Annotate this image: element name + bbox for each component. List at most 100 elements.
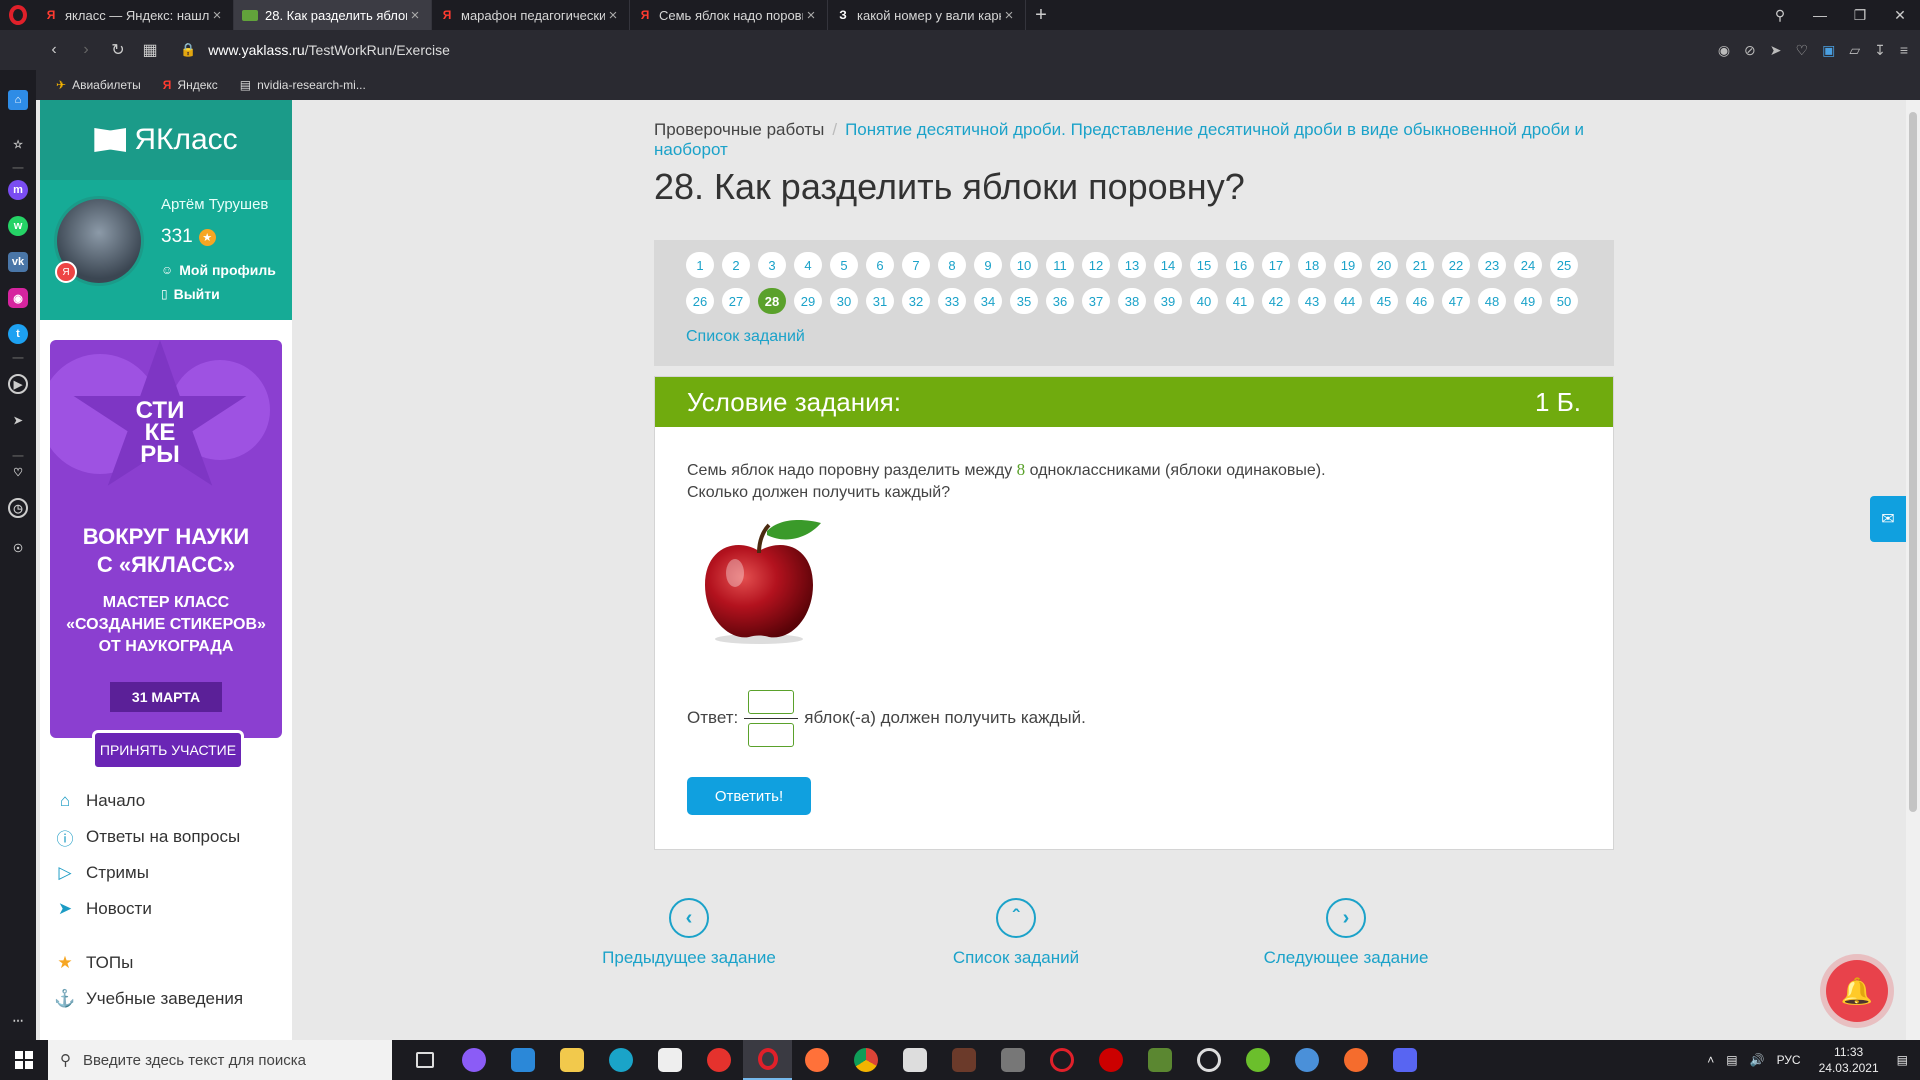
bookmark-aviabilety[interactable]: ✈ Авиабилеты (56, 78, 141, 92)
profile-link[interactable]: ☺ Мой профиль (161, 262, 276, 278)
task-number-button[interactable]: 9 (974, 252, 1002, 278)
task-number-button[interactable]: 2 (722, 252, 750, 278)
submit-button[interactable]: Ответить! (687, 777, 811, 815)
task-number-button[interactable]: 42 (1262, 288, 1290, 314)
send-icon[interactable]: ➤ (1770, 42, 1782, 59)
new-tab-button[interactable]: + (1026, 0, 1056, 30)
opera-gx-icon[interactable] (1037, 1040, 1086, 1080)
task-number-button[interactable]: 31 (866, 288, 894, 314)
close-tab-icon[interactable]: × (1001, 7, 1017, 24)
task-number-button[interactable]: 36 (1046, 288, 1074, 314)
close-tab-icon[interactable]: × (803, 7, 819, 24)
camera-icon[interactable]: ◉ (1718, 42, 1730, 59)
speed-dial-icon[interactable]: ⌂ (8, 90, 28, 110)
task-number-button[interactable]: 14 (1154, 252, 1182, 278)
browser-tab[interactable]: Яякласс — Яндекс: нашлос × (36, 0, 234, 30)
task-number-button[interactable]: 19 (1334, 252, 1362, 278)
avatar[interactable]: Я (54, 196, 144, 286)
game-launcher-icon[interactable] (890, 1040, 939, 1080)
personal-news-icon[interactable]: ♡ (8, 462, 28, 482)
feedback-mail-icon[interactable]: ✉ (1870, 496, 1906, 542)
task-number-button[interactable]: 45 (1370, 288, 1398, 314)
task-number-button[interactable]: 41 (1226, 288, 1254, 314)
task-number-button[interactable]: 11 (1046, 252, 1074, 278)
game-icon[interactable] (939, 1040, 988, 1080)
reload-button[interactable]: ↻ (102, 34, 134, 66)
task-number-button[interactable]: 26 (686, 288, 714, 314)
sidebar-item-news[interactable]: ➤ Новости (54, 898, 152, 920)
notification-bell-icon[interactable]: 🔔 (1826, 960, 1888, 1022)
game-icon[interactable] (988, 1040, 1037, 1080)
store-icon[interactable] (645, 1040, 694, 1080)
logout-link[interactable]: ▯ Выйти (161, 286, 220, 302)
chevron-up-icon[interactable]: ˄ (1707, 1053, 1714, 1067)
volume-icon[interactable]: 🔊 (1750, 1053, 1765, 1067)
task-number-button[interactable]: 4 (794, 252, 822, 278)
task-number-button[interactable]: 6 (866, 252, 894, 278)
task-number-button[interactable]: 37 (1082, 288, 1110, 314)
messenger-icon[interactable]: m (8, 180, 28, 200)
task-number-button[interactable]: 23 (1478, 252, 1506, 278)
task-number-button[interactable]: 22 (1442, 252, 1470, 278)
task-number-button[interactable]: 48 (1478, 288, 1506, 314)
task-number-button[interactable]: 21 (1406, 252, 1434, 278)
restore-button[interactable]: ❐ (1840, 0, 1880, 30)
close-window-button[interactable]: ✕ (1880, 0, 1920, 30)
task-number-button[interactable]: 32 (902, 288, 930, 314)
denominator-input[interactable] (748, 722, 795, 747)
task-number-button[interactable]: 5 (830, 252, 858, 278)
firefox-icon[interactable] (792, 1040, 841, 1080)
forward-button[interactable]: › (70, 34, 102, 66)
history-icon[interactable]: ◷ (8, 498, 28, 518)
promo-banner[interactable]: СТИ КЕ РЫ ВОКРУГ НАУКИ С «ЯКЛАСС» МАСТЕР… (50, 340, 282, 738)
bookmarks-star-icon[interactable]: ☆ (8, 134, 28, 154)
task-number-button[interactable]: 47 (1442, 288, 1470, 314)
task-number-button[interactable]: 17 (1262, 252, 1290, 278)
sidebar-item-streams[interactable]: ▷ Стримы (54, 862, 148, 884)
task-number-button[interactable]: 50 (1550, 288, 1578, 314)
next-task-link[interactable]: › Следующее задание (1216, 898, 1476, 968)
task-number-button[interactable]: 1 (686, 252, 714, 278)
vk-icon[interactable]: vk (8, 252, 28, 272)
close-tab-icon[interactable]: × (605, 7, 621, 24)
alice-icon[interactable] (449, 1040, 498, 1080)
back-button[interactable]: ‹ (38, 34, 70, 66)
box-icon[interactable]: ▱ (1849, 42, 1860, 59)
cart-icon[interactable]: ▣ (1822, 42, 1835, 59)
close-tab-icon[interactable]: × (209, 7, 225, 24)
sidebar-item-schools[interactable]: ⚓ Учебные заведения (54, 988, 243, 1010)
file-explorer-icon[interactable] (547, 1040, 596, 1080)
bookmark-yandex[interactable]: Я Яндекс (163, 78, 218, 92)
instagram-icon[interactable]: ◉ (8, 288, 28, 308)
steam-icon[interactable] (1282, 1040, 1331, 1080)
task-number-button[interactable]: 49 (1514, 288, 1542, 314)
numerator-input[interactable] (748, 689, 795, 714)
notifications-icon[interactable]: ▤ (1897, 1053, 1908, 1067)
sidebar-item-home[interactable]: ⌂ Начало (54, 790, 145, 812)
task-list-bottom-link[interactable]: ˆ Список заданий (886, 898, 1146, 968)
clock[interactable]: 11:33 24.03.2021 (1819, 1044, 1879, 1076)
task-number-button[interactable]: 20 (1370, 252, 1398, 278)
task-view-icon[interactable] (400, 1040, 449, 1080)
task-number-button[interactable]: 3 (758, 252, 786, 278)
url-field[interactable]: www.yaklass.ru/TestWorkRun/Exercise (208, 42, 450, 58)
task-number-button[interactable]: 30 (830, 288, 858, 314)
task-number-button[interactable]: 10 (1010, 252, 1038, 278)
prev-task-link[interactable]: ‹ Предыдущее задание (558, 898, 820, 968)
close-tab-icon[interactable]: × (407, 7, 423, 24)
task-number-button[interactable]: 16 (1226, 252, 1254, 278)
browser-tab[interactable]: 28. Как разделить яблоки × (234, 0, 432, 30)
opera-app-icon[interactable] (743, 1040, 792, 1080)
download-icon[interactable]: ↧ (1874, 42, 1886, 59)
task-number-button[interactable]: 27 (722, 288, 750, 314)
task-number-button[interactable]: 34 (974, 288, 1002, 314)
task-number-button[interactable]: 28 (758, 288, 786, 314)
task-number-button[interactable]: 18 (1298, 252, 1326, 278)
media-player-icon[interactable] (1086, 1040, 1135, 1080)
participate-button[interactable]: ПРИНЯТЬ УЧАСТИЕ (92, 730, 244, 770)
task-list-link[interactable]: Список заданий (686, 328, 805, 346)
heart-icon[interactable]: ♡ (1796, 42, 1809, 59)
task-number-button[interactable]: 35 (1010, 288, 1038, 314)
breadcrumb-root[interactable]: Проверочные работы (654, 120, 824, 139)
tab-search-icon[interactable]: ⚲ (1760, 0, 1800, 30)
